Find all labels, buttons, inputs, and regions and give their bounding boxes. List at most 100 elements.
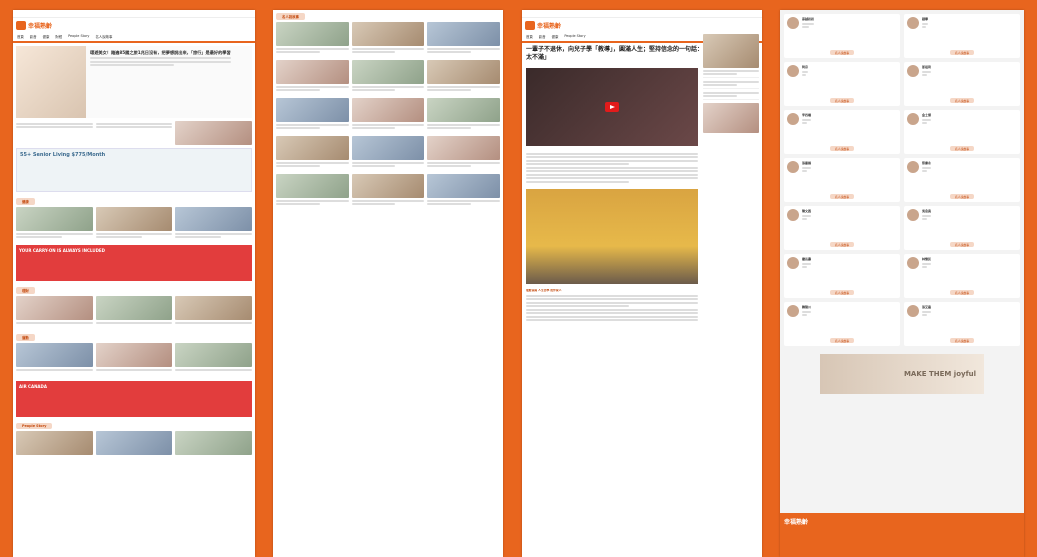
card-button[interactable]: 名人說故事: [950, 290, 974, 295]
celebrity-card[interactable]: 張艾嘉 名人說故事: [904, 302, 1020, 346]
section-header[interactable]: 理財: [16, 287, 35, 294]
video-thumb[interactable]: [351, 136, 425, 160]
article-thumb[interactable]: [175, 431, 252, 455]
celebrity-card[interactable]: 孫越叔叔 名人說故事: [784, 14, 900, 58]
card-button[interactable]: 名人說故事: [830, 98, 854, 103]
card-button[interactable]: 名人說故事: [950, 146, 974, 151]
hero-article[interactable]: 環遊美女！踏遍85國之旅1兆日沒有，把夢想說出來，「旅行」是最好的學習: [16, 46, 252, 118]
article-thumb[interactable]: [175, 343, 252, 367]
sidebar-ad[interactable]: [703, 34, 759, 68]
article-thumb[interactable]: [95, 296, 173, 320]
video-thumb[interactable]: [276, 136, 349, 160]
section-header[interactable]: 名人說故事: [276, 13, 305, 20]
celebrity-card[interactable]: 吳念真名人說故事: [904, 206, 1020, 250]
video-thumb[interactable]: [427, 60, 500, 84]
celebrity-name: 吳念真: [922, 209, 932, 213]
celebrity-card[interactable]: 金士傑 名人說故事: [904, 110, 1020, 154]
ad-air-canada[interactable]: YOUR CARRY-ON IS ALWAYS INCLUDED: [16, 245, 252, 281]
section-header[interactable]: 健康: [16, 198, 35, 205]
celebrity-card[interactable]: 郎祖筠名人說故事: [904, 62, 1020, 106]
news-item[interactable]: [95, 121, 173, 132]
article-thumb[interactable]: [95, 207, 173, 231]
listing-panel: 名人說故事: [273, 10, 503, 557]
video-thumb[interactable]: [351, 174, 425, 198]
video-thumb[interactable]: [427, 98, 500, 122]
hero-title[interactable]: 環遊美女！踏遍85國之旅1兆日沒有，把夢想說出來，「旅行」是最好的學習: [90, 50, 231, 56]
card-button[interactable]: 名人說故事: [830, 50, 854, 55]
section-header[interactable]: 運動: [16, 334, 35, 341]
news-thumb[interactable]: [175, 121, 252, 145]
nav-item[interactable]: 首頁: [526, 34, 533, 39]
card-button[interactable]: 名人說故事: [830, 194, 854, 199]
avatar: [907, 209, 919, 221]
section-header[interactable]: People Story: [16, 423, 53, 429]
site-footer: 幸福熟齡: [780, 513, 1024, 557]
nav-item[interactable]: 影音: [30, 34, 37, 39]
video-thumb[interactable]: [276, 60, 349, 84]
card-button[interactable]: 名人說故事: [950, 338, 974, 343]
avatar: [787, 257, 799, 269]
article-thumb[interactable]: [16, 343, 93, 367]
site-logo[interactable]: 幸福熟齡: [522, 18, 762, 32]
article-thumb[interactable]: [175, 207, 252, 231]
nav-item[interactable]: 首頁: [17, 34, 24, 39]
card-button[interactable]: 名人說故事: [830, 146, 854, 151]
celebrity-card[interactable]: 嚴長壽 名人說故事: [784, 254, 900, 298]
article-thumb[interactable]: [16, 296, 93, 320]
ad-banner[interactable]: MAKE THEM joyful: [820, 354, 984, 394]
avatar: [787, 113, 799, 125]
ad-air-canada-2[interactable]: AIR CANADA: [16, 381, 252, 417]
card-button[interactable]: 名人說故事: [830, 242, 854, 247]
avatar: [907, 305, 919, 317]
celebrity-card[interactable]: 張曼娟 名人說故事: [784, 158, 900, 202]
article-thumb[interactable]: [16, 207, 93, 231]
card-button[interactable]: 名人說故事: [950, 50, 974, 55]
card-button[interactable]: 名人說故事: [830, 290, 854, 295]
site-logo[interactable]: 幸福熟齡: [13, 18, 255, 32]
celebrity-card[interactable]: 趙寧 名人說故事: [904, 14, 1020, 58]
text-line: [90, 57, 231, 59]
celebrity-card[interactable]: 李四端 名人說故事: [784, 110, 900, 154]
play-icon[interactable]: [605, 102, 619, 112]
ad-senior-living[interactable]: 55+ Senior Living $775/Month: [16, 148, 252, 192]
nav-item[interactable]: 影音: [539, 34, 546, 39]
celebrity-card[interactable]: 蔡康永 名人說故事: [904, 158, 1020, 202]
video-thumb[interactable]: [351, 60, 425, 84]
sidebar-item[interactable]: [703, 91, 759, 100]
video-thumb[interactable]: [427, 136, 500, 160]
nav-item[interactable]: 財經: [55, 34, 62, 39]
news-item[interactable]: [16, 121, 93, 132]
video-thumb[interactable]: [351, 98, 425, 122]
article-video[interactable]: [526, 68, 698, 146]
video-thumb[interactable]: [427, 22, 500, 46]
celebrity-name: 郎祖筠: [922, 65, 932, 69]
sidebar-item[interactable]: [703, 80, 759, 89]
video-thumb[interactable]: [427, 174, 500, 198]
card-button[interactable]: 名人說故事: [950, 98, 974, 103]
nav-item[interactable]: 健康: [43, 34, 50, 39]
card-button[interactable]: 名人說故事: [950, 242, 974, 247]
nav-item[interactable]: People Story: [68, 34, 89, 39]
article-thumb[interactable]: [175, 296, 252, 320]
text-line: [90, 64, 175, 66]
hero-image: [16, 46, 86, 118]
card-button[interactable]: 名人說故事: [950, 194, 974, 199]
logo-icon: [16, 20, 26, 30]
celebrity-card[interactable]: 賴聲川 名人說故事: [784, 302, 900, 346]
nav-item[interactable]: 名人說故事: [95, 34, 112, 39]
nav-item[interactable]: People Story: [564, 34, 585, 39]
sidebar-ad[interactable]: [703, 102, 759, 133]
sidebar-item[interactable]: [703, 69, 759, 78]
celebrity-card[interactable]: 陳文茜 名人說故事: [784, 206, 900, 250]
article-thumb[interactable]: [16, 431, 93, 455]
video-thumb[interactable]: [276, 22, 349, 46]
nav-item[interactable]: 健康: [552, 34, 559, 39]
celebrity-card[interactable]: 林懷民 名人說故事: [904, 254, 1020, 298]
video-thumb[interactable]: [276, 174, 349, 198]
article-thumb[interactable]: [95, 343, 173, 367]
card-button[interactable]: 名人說故事: [830, 338, 854, 343]
article-thumb[interactable]: [95, 431, 173, 455]
video-thumb[interactable]: [276, 98, 349, 122]
celebrity-card[interactable]: 阿宗 名人說故事: [784, 62, 900, 106]
video-thumb[interactable]: [351, 22, 425, 46]
